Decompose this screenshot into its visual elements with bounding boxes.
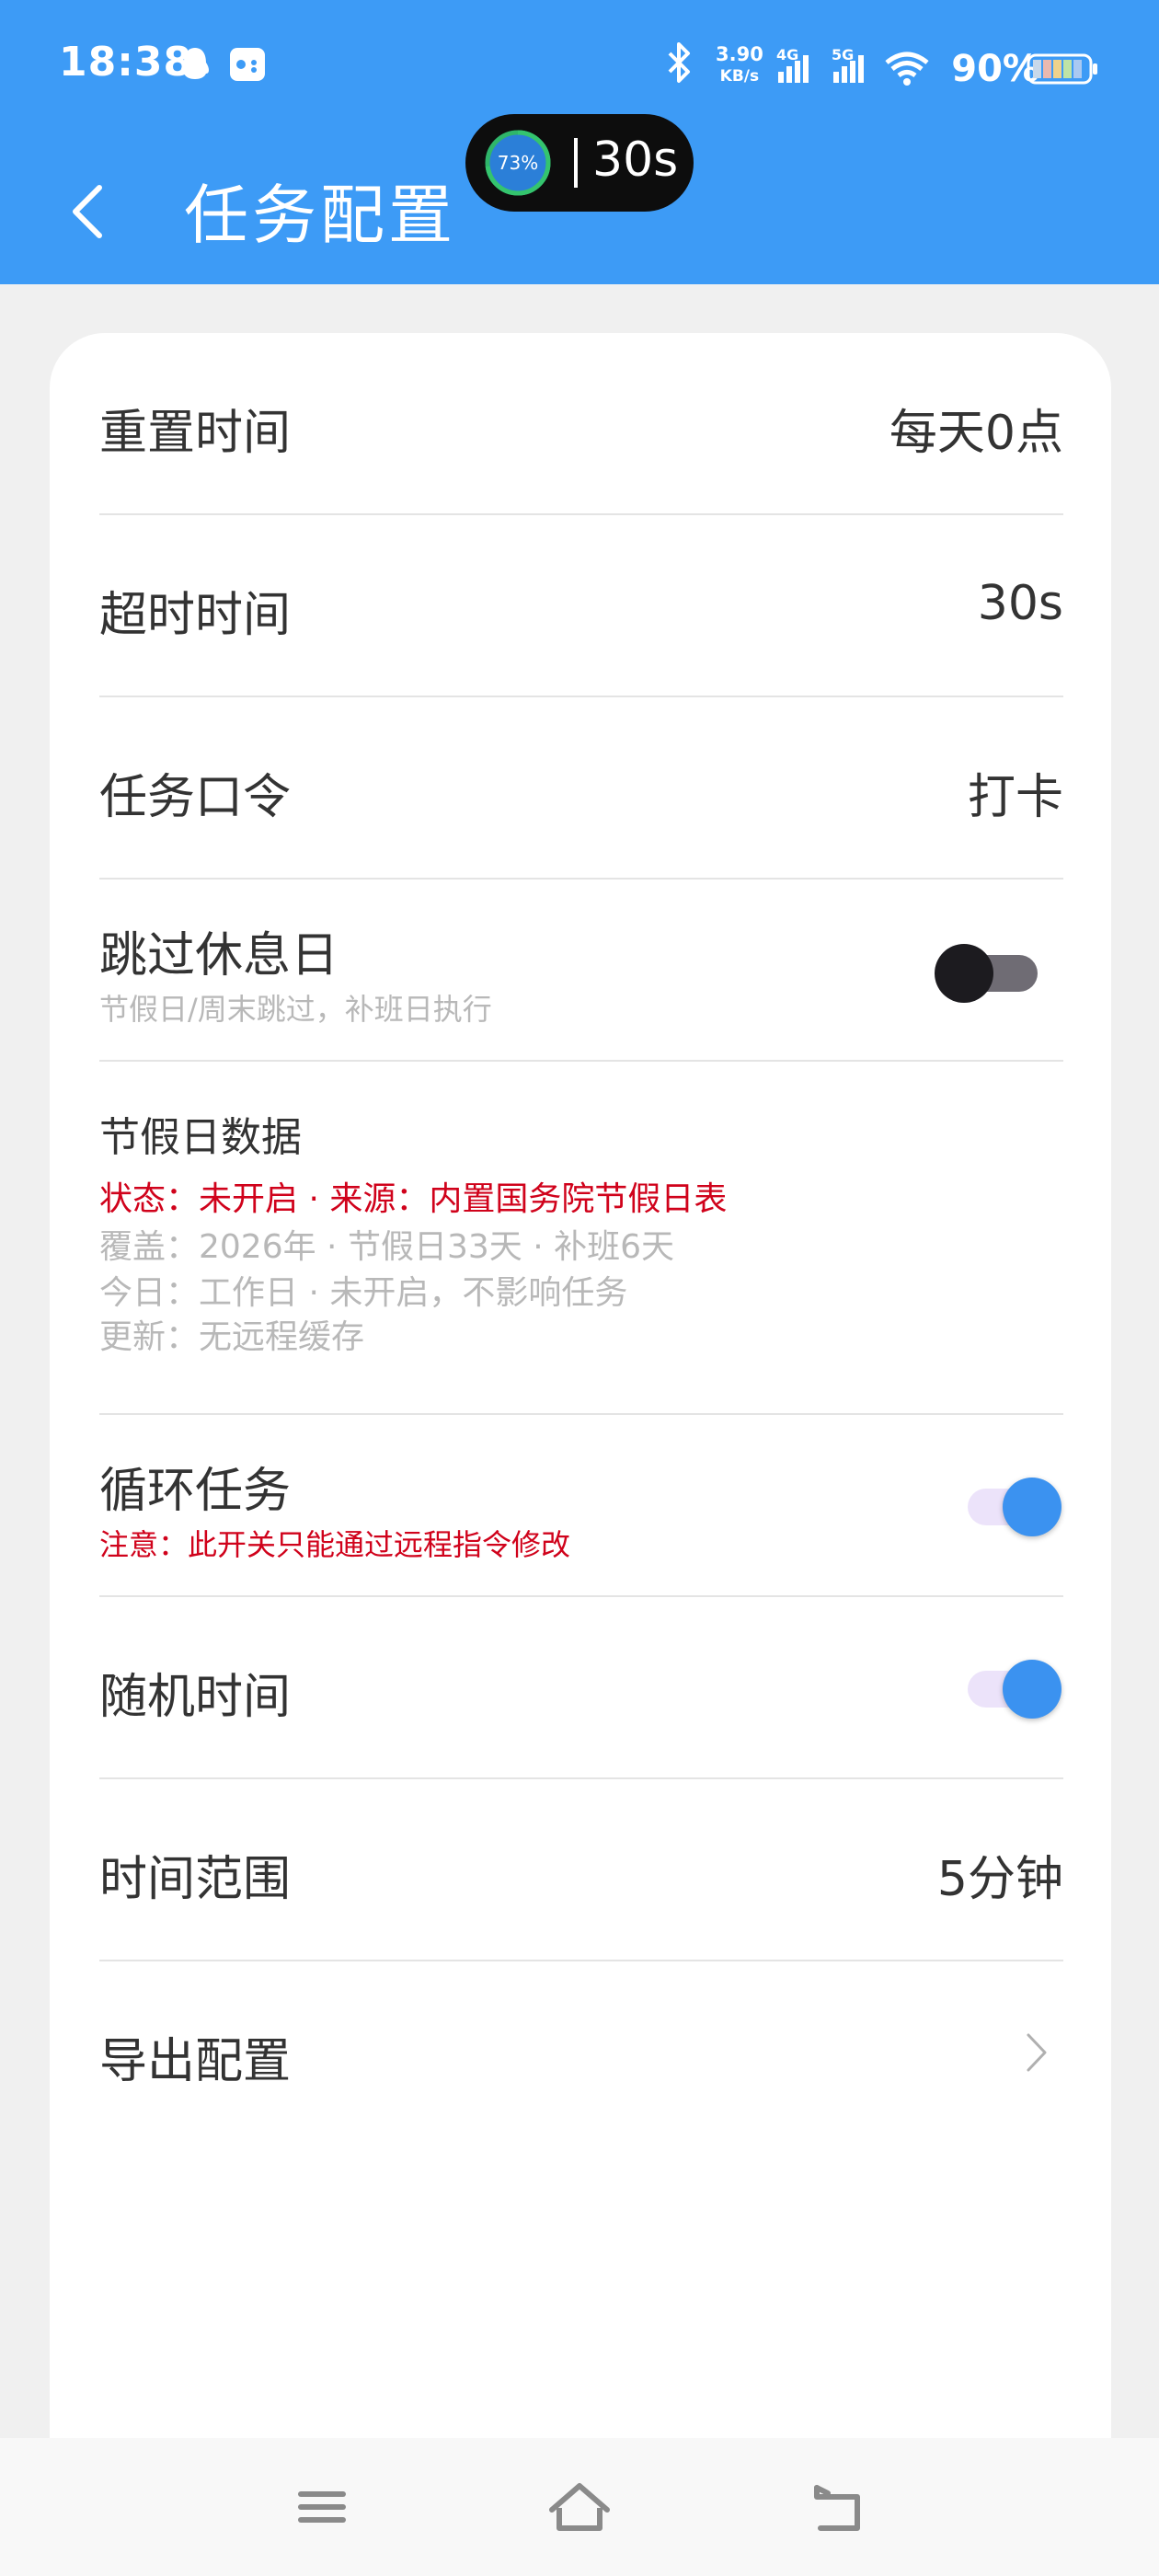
toggle-knob [1003,1660,1061,1719]
skip-rest-day-row: 跳过休息日 节假日/周末跳过，补班日执行 [99,880,1063,1062]
time-range-row[interactable]: 时间范围 5分钟 [99,1779,1063,1961]
timeout-row[interactable]: 超时时间 30s [99,515,1063,697]
status-left-icons [177,44,278,88]
holiday-data-update: 更新：无远程缓存 [99,1318,365,1356]
menu-icon [298,2491,346,2523]
bluetooth-icon [668,42,690,83]
reset-time-label: 重置时间 [99,406,292,461]
menu-button[interactable] [285,2475,359,2539]
settings-card: 重置时间 每天0点 超时时间 30s 任务口令 打卡 跳过休息日 节假日/周末跳… [50,333,1111,2523]
qq-icon [181,48,209,79]
status-right-icons [668,42,929,86]
time-range-label: 时间范围 [99,1852,292,1907]
loop-task-note: 注意：此开关只能通过远程指令修改 [99,1527,571,1562]
skip-rest-day-hint: 节假日/周末跳过，补班日执行 [99,992,492,1027]
chevron-right-icon [1027,2033,1047,2072]
holiday-data-today: 今日：工作日 · 未开启，不影响任务 [99,1274,628,1312]
export-config-row[interactable]: 导出配置 [99,1961,1063,2142]
countdown-value: 30s [592,132,679,188]
toggle-knob [1003,1478,1061,1536]
chevron-left-icon [73,185,102,238]
holiday-data-label: 节假日数据 [99,1114,302,1161]
back-button[interactable] [57,178,121,243]
export-config-label: 导出配置 [99,2034,292,2089]
back-icon [814,2485,860,2531]
time-range-value: 5分钟 [936,1852,1063,1907]
progress-percent: 73% [497,152,539,174]
wifi-icon [885,52,929,86]
holiday-data-row[interactable]: 节假日数据 状态：未开启 · 来源：内置国务院节假日表 覆盖：2026年 · 节… [99,1062,1063,1415]
home-button[interactable] [543,2475,616,2539]
net-speed-unit: KB/s [719,67,760,86]
timer-overlay-pill[interactable]: 73% 30s [465,114,694,212]
holiday-data-coverage: 覆盖：2026年 · 节假日33天 · 补班6天 [99,1228,674,1266]
random-time-label: 随机时间 [99,1670,292,1725]
game-icon [230,48,265,81]
skip-rest-day-toggle[interactable] [935,935,1045,1008]
net-speed-value: 3.90 [716,43,763,65]
command-value: 打卡 [967,770,1063,825]
pill-divider [574,138,578,188]
command-label: 任务口令 [99,770,292,825]
system-nav-bar [0,2438,1159,2576]
loop-task-toggle[interactable] [953,1468,1063,1542]
timeout-value: 30s [977,576,1063,631]
status-time: 18:38 [59,39,193,86]
loop-task-row: 循环任务 注意：此开关只能通过远程指令修改 [99,1415,1063,1597]
random-time-row: 随机时间 [99,1597,1063,1779]
signal-5g-label: 5G [832,46,855,63]
reset-time-value: 每天0点 [889,406,1063,461]
skip-rest-day-label: 跳过休息日 [99,928,339,983]
loop-task-label: 循环任务 [99,1464,292,1519]
signal-4g-label: 4G [776,46,799,63]
home-icon [549,2483,610,2531]
random-time-toggle[interactable] [953,1650,1063,1724]
toggle-knob [935,944,993,1003]
reset-time-row[interactable]: 重置时间 每天0点 [99,333,1063,515]
command-row[interactable]: 任务口令 打卡 [99,697,1063,880]
back-nav-button[interactable] [800,2475,874,2539]
page-title: 任务配置 [184,178,456,253]
holiday-data-status: 状态：未开启 · 来源：内置国务院节假日表 [99,1180,728,1218]
battery-icon [1027,53,1097,85]
timeout-label: 超时时间 [99,588,292,643]
